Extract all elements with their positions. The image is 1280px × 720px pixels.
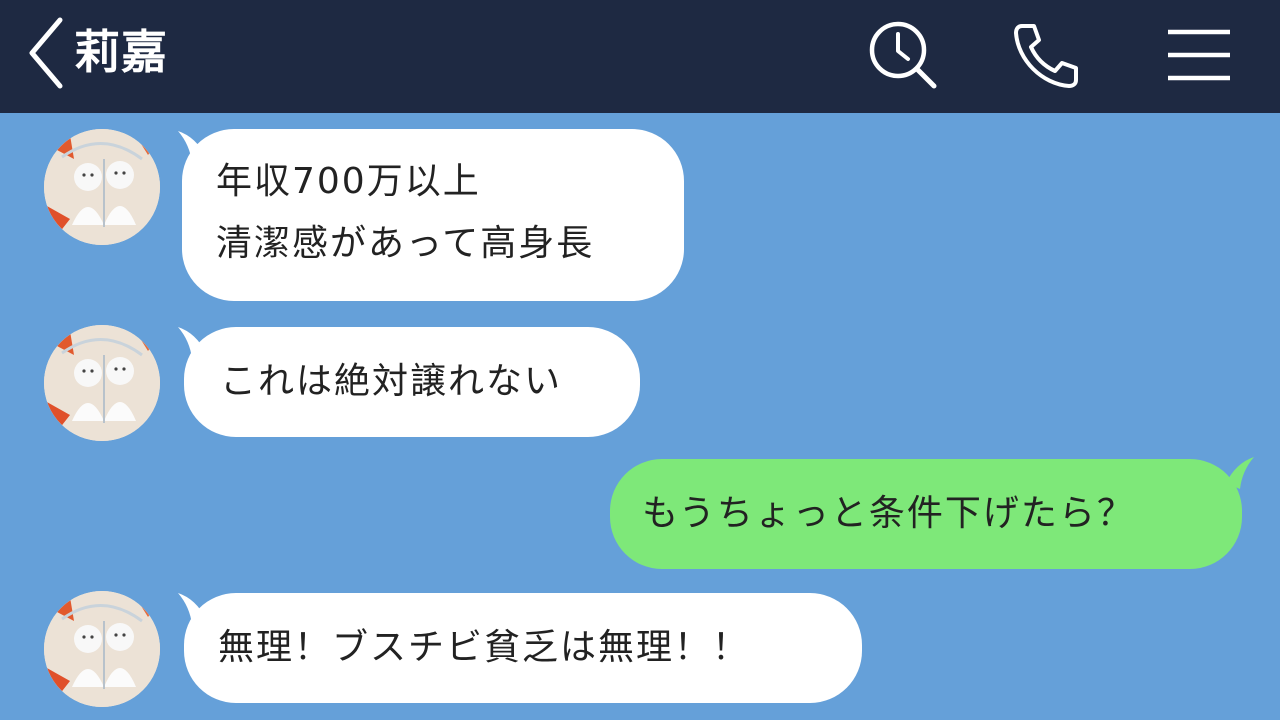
message-bubble-outgoing[interactable]: もうちょっと条件下げたら？ — [610, 459, 1242, 569]
message-bubble-incoming[interactable]: 年収700万以上 清潔感があって高身長 — [182, 129, 684, 301]
chat-title: 莉嘉 — [74, 25, 168, 79]
phone-icon[interactable] — [1008, 18, 1084, 94]
menu-icon[interactable] — [1160, 18, 1236, 94]
avatar-image — [44, 129, 160, 245]
avatar[interactable] — [44, 129, 160, 245]
message-bubble-incoming[interactable]: これは絶対譲れない — [184, 327, 640, 437]
avatar-image — [44, 591, 160, 707]
chat-header: 莉嘉 — [0, 0, 1280, 113]
bubble-tail — [1226, 457, 1254, 489]
message-line: もうちょっと条件下げたら？ — [642, 493, 1135, 534]
avatar[interactable] — [44, 591, 160, 707]
message-line: 無理！ブスチビ貧乏は無理！！ — [218, 627, 751, 668]
message-line: 清潔感があって高身長 — [216, 223, 595, 264]
chat-area[interactable]: 年収700万以上 清潔感があって高身長 これは絶対譲れない もうちょっと条件下げ… — [0, 113, 1280, 720]
avatar-image — [44, 325, 160, 441]
message-line: これは絶対譲れない — [220, 361, 563, 402]
message-bubble-incoming[interactable]: 無理！ブスチビ貧乏は無理！！ — [184, 593, 862, 703]
message-line: 年収700万以上 — [216, 161, 481, 202]
back-chevron-icon[interactable] — [22, 14, 72, 92]
search-history-icon[interactable] — [864, 18, 940, 94]
avatar[interactable] — [44, 325, 160, 441]
